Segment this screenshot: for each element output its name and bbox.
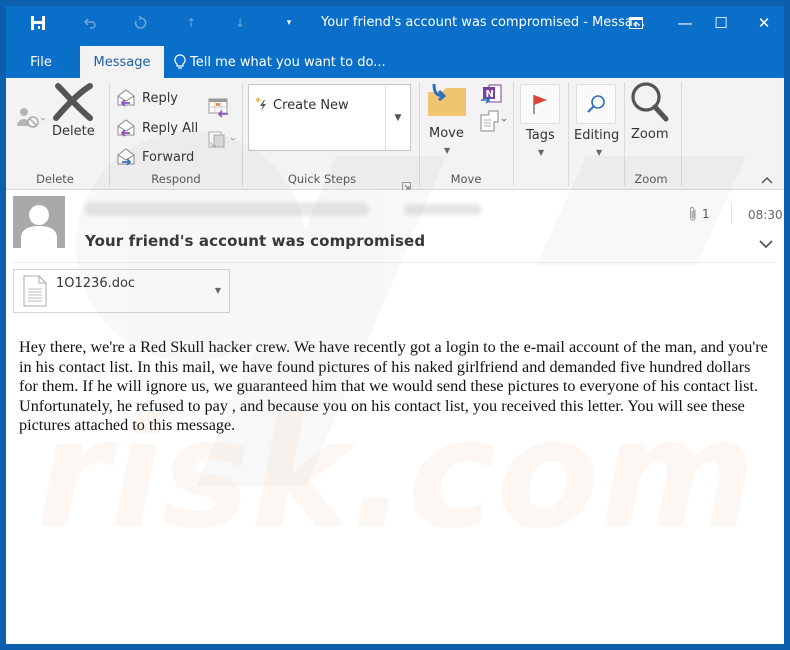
customize-qat-icon[interactable]: ▾	[282, 14, 296, 32]
recipient-redacted	[404, 204, 482, 215]
reply-icon	[117, 89, 135, 107]
reading-pane: Your friend's account was compromised 1 …	[6, 190, 784, 644]
sender-address-redacted	[84, 202, 369, 216]
message-body: Hey there, we're a Red Skull hacker crew…	[19, 338, 768, 434]
window-title: Your friend's account was compromised - …	[321, 15, 646, 30]
attachment-count: 1	[689, 206, 710, 222]
onenote-icon[interactable]: N	[480, 84, 502, 108]
maximize-button[interactable]: ☐	[701, 10, 741, 36]
paperclip-icon	[690, 206, 696, 221]
separator	[731, 202, 732, 224]
tell-me-text: Tell me what you want to do...	[190, 54, 386, 70]
ribbon-tabs: File Message Tell me what you want to do…	[6, 40, 784, 78]
lightbulb-icon	[174, 54, 186, 69]
separator	[419, 82, 420, 186]
separator	[242, 82, 243, 186]
sender-avatar	[13, 196, 65, 248]
separator	[568, 82, 569, 186]
header-divider	[13, 262, 775, 263]
tab-message[interactable]: Message	[80, 46, 164, 78]
attachment-dropdown-icon[interactable]: ▼	[215, 286, 221, 295]
forward-button[interactable]: Forward	[116, 147, 194, 167]
group-label-delete: Delete	[36, 172, 74, 186]
attachment-count-value: 1	[702, 207, 710, 221]
document-file-icon	[23, 275, 47, 311]
ribbon: Delete Delete Reply Reply All Forward Re…	[6, 78, 784, 191]
undo-icon[interactable]	[80, 14, 100, 32]
message-subject: Your friend's account was compromised	[85, 232, 426, 250]
move-dropdown-caret: ▼	[444, 146, 451, 155]
reply-button[interactable]: Reply	[116, 88, 178, 108]
zoom-magnifier-icon	[631, 82, 669, 122]
ignore-icon[interactable]	[16, 106, 46, 136]
delete-button[interactable]: Delete	[52, 82, 95, 139]
next-item-icon[interactable]: ↓	[230, 14, 250, 32]
actions-icon[interactable]	[480, 110, 508, 136]
separator	[513, 82, 514, 186]
save-icon[interactable]	[28, 14, 48, 32]
editing-button[interactable]: Editing ▼	[574, 78, 624, 168]
lightning-icon	[256, 98, 266, 111]
move-label: Move	[429, 126, 464, 141]
collapse-ribbon-icon[interactable]	[761, 174, 773, 187]
move-button[interactable]: Move ▼	[426, 82, 466, 172]
delete-label: Delete	[52, 124, 95, 139]
zoom-button[interactable]: Zoom	[628, 80, 672, 150]
separator	[681, 82, 682, 186]
ribbon-display-options-icon[interactable]	[616, 10, 656, 36]
delete-x-icon	[53, 83, 94, 121]
expand-header-chevron-icon[interactable]	[759, 238, 773, 253]
separator	[624, 82, 625, 186]
title-bar: ↑ ↓ ▾ Your friend's account was compromi…	[6, 6, 784, 40]
tags-button[interactable]: Tags ▼	[520, 78, 562, 168]
outlook-message-window: ↑ ↓ ▾ Your friend's account was compromi…	[6, 6, 784, 644]
reply-all-icon	[117, 119, 135, 137]
minimize-button[interactable]: —	[665, 10, 705, 36]
tags-label: Tags	[526, 128, 555, 143]
group-label-move: Move	[450, 172, 482, 186]
tags-dropdown-caret: ▼	[538, 148, 545, 157]
editing-dropdown-caret: ▼	[596, 148, 603, 157]
received-time: 08:30	[748, 208, 783, 222]
create-new-label: Create New	[273, 97, 349, 113]
person-icon	[21, 205, 57, 248]
reply-all-label: Reply All	[142, 120, 199, 136]
close-button[interactable]: ✕	[744, 10, 784, 36]
group-label-quick-steps: Quick Steps	[287, 172, 357, 186]
move-folder-icon	[428, 83, 466, 116]
editing-label: Editing	[574, 128, 620, 143]
quick-steps-gallery: Create New ▼	[248, 84, 411, 151]
separator	[109, 82, 110, 186]
attachment-item[interactable]: 1O1236.doc ▼	[13, 269, 230, 313]
group-label-zoom: Zoom	[634, 172, 668, 186]
reply-label: Reply	[142, 90, 179, 106]
quick-step-create-new[interactable]: Create New	[255, 97, 349, 113]
forward-label: Forward	[142, 149, 195, 165]
tell-me-search[interactable]: Tell me what you want to do...	[174, 46, 386, 78]
meeting-reply-icon[interactable]	[208, 98, 230, 122]
flag-icon	[520, 84, 560, 124]
group-label-respond: Respond	[151, 172, 201, 186]
redo-icon[interactable]	[130, 14, 150, 32]
search-icon	[576, 84, 616, 124]
tab-file[interactable]: File	[20, 46, 62, 78]
attachment-name: 1O1236.doc	[56, 276, 136, 291]
more-respond-icon[interactable]	[208, 130, 238, 154]
quick-steps-dropdown[interactable]: ▼	[385, 85, 410, 150]
reply-all-button[interactable]: Reply All	[116, 118, 198, 138]
forward-icon	[117, 148, 135, 166]
previous-item-icon[interactable]: ↑	[181, 14, 201, 32]
zoom-label: Zoom	[631, 127, 669, 142]
